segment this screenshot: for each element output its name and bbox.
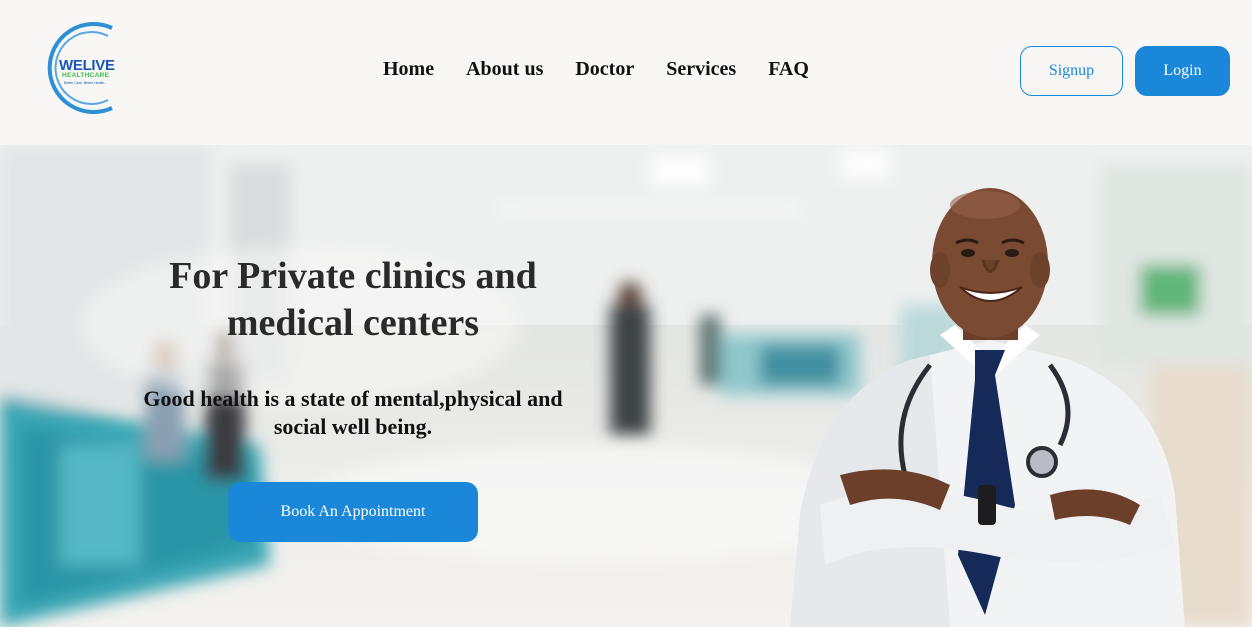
- hero-subtitle-line2: social well being.: [273, 414, 433, 439]
- hero-title-line2: medical centers: [226, 302, 480, 344]
- nav-about-us[interactable]: About us: [466, 58, 543, 81]
- hero-subtitle-line1: Good health is a state of mental,physica…: [143, 386, 563, 411]
- doctor-image: [790, 188, 1185, 627]
- book-appointment-button[interactable]: Book An Appointment: [228, 482, 478, 542]
- hero-subtitle: Good health is a state of mental,physica…: [103, 385, 603, 441]
- nav-services[interactable]: Services: [666, 58, 736, 81]
- login-button[interactable]: Login: [1135, 46, 1230, 96]
- site-header: WELIVE HEALTHCARE Better Care, Better He…: [0, 0, 1252, 145]
- brand-logo[interactable]: WELIVE HEALTHCARE Better Care, Better He…: [40, 20, 128, 116]
- brand-sub: HEALTHCARE: [62, 72, 110, 79]
- nav-home[interactable]: Home: [383, 58, 434, 81]
- hero-section: For Private clinics and medical centers …: [0, 145, 1252, 627]
- hero-title-line1: For Private clinics and: [169, 255, 537, 297]
- signup-button[interactable]: Signup: [1020, 46, 1123, 96]
- brand-tagline: Better Care, Better Health...: [64, 81, 108, 85]
- nav-doctor[interactable]: Doctor: [575, 58, 634, 81]
- main-nav: Home About us Doctor Services FAQ: [383, 58, 809, 81]
- hero-title: For Private clinics and medical centers: [103, 253, 603, 347]
- nav-faq[interactable]: FAQ: [768, 58, 809, 81]
